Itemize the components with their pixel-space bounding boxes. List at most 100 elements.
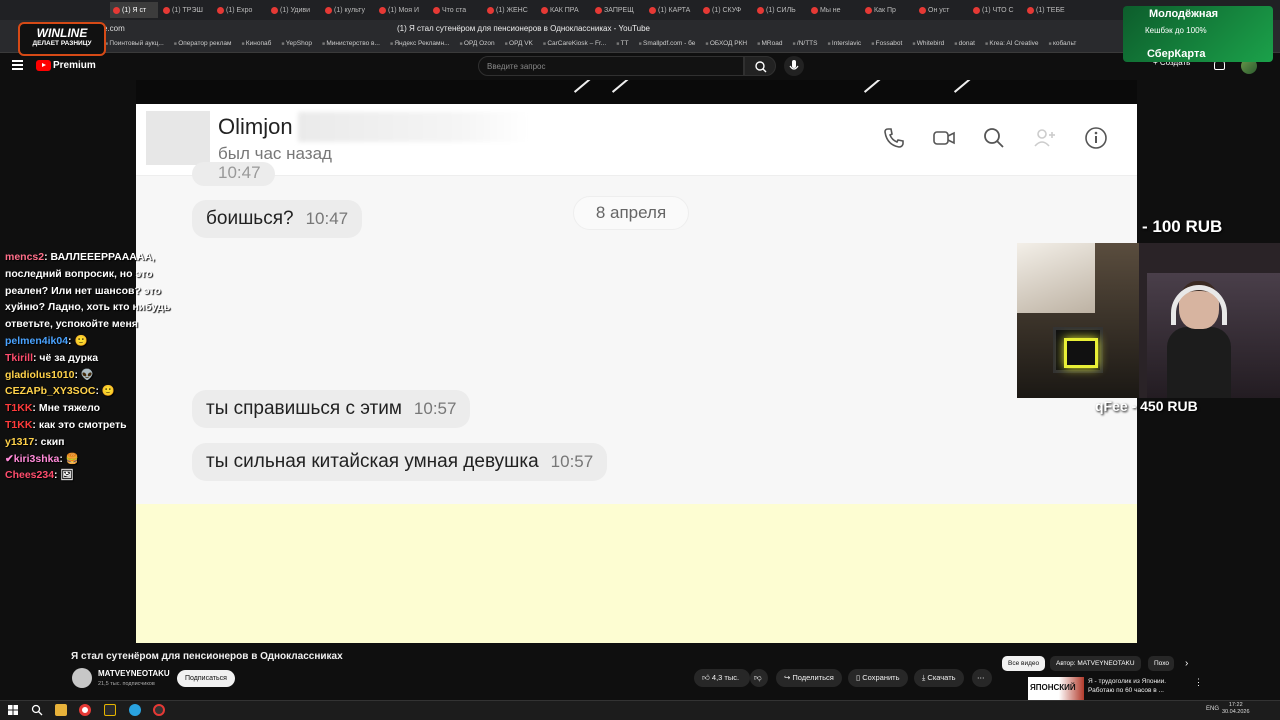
bookmark-item[interactable]: Krea: AI Creative xyxy=(985,40,1038,47)
recording-app-icon[interactable] xyxy=(153,704,165,716)
chat-message: Tkirill: чё за дурка xyxy=(5,350,195,367)
browser-tab[interactable]: Мы не xyxy=(808,2,860,18)
youtube-premium-label[interactable]: Premium xyxy=(53,60,96,71)
chat-username: T1KK xyxy=(5,418,33,431)
bookmark-item[interactable]: Оператор реклам xyxy=(174,40,231,47)
browser-tab[interactable]: (1) культу xyxy=(322,2,374,18)
like-button[interactable]: 👍︎ 4,3 тыс. xyxy=(694,669,750,687)
tab-label: (1) ЧТО С xyxy=(982,6,1014,14)
tab-label: (1) ЖЕНС xyxy=(496,6,528,14)
video-player[interactable]: Olimjon был час назад 10:47 боишься? 10:4… xyxy=(136,80,1137,643)
bookmark-item[interactable]: YepShop xyxy=(281,40,312,47)
tab-label: Что ста xyxy=(442,6,467,14)
save-button[interactable]: ▯ Сохранить xyxy=(848,669,908,687)
message-bubble: ты справишься с этим 10:57 xyxy=(192,390,471,428)
browser-tab[interactable]: (1) СКУФ xyxy=(700,2,752,18)
bookmark-item[interactable]: Поинтовый аукц... xyxy=(105,40,163,47)
channel-name[interactable]: MATVEYNEOTAKU xyxy=(98,669,170,678)
bookmark-item[interactable]: MRoad xyxy=(757,40,783,47)
chip-author[interactable]: Автор: MATVEYNEOTAKU xyxy=(1050,656,1141,671)
browser-tab[interactable]: (1) СИЛЬ xyxy=(754,2,806,18)
browser-tab[interactable]: КАК ПРА xyxy=(538,2,590,18)
bookmark-item[interactable]: Министерство в... xyxy=(322,40,380,47)
video-title: Я стал сутенёром для пенсионеров в Однок… xyxy=(71,651,343,662)
app-icon[interactable] xyxy=(104,704,116,716)
more-icon: ⋯ xyxy=(977,673,985,682)
youtube-favicon-icon xyxy=(487,6,494,14)
windows-start-icon[interactable] xyxy=(8,705,18,715)
channel-avatar[interactable] xyxy=(72,668,92,688)
bookmark-item[interactable]: /N/TTS xyxy=(792,40,818,47)
chat-text: : 👽 xyxy=(74,368,94,381)
download-button[interactable]: ⤓ Скачать xyxy=(914,669,964,687)
tab-label: Он уст xyxy=(928,6,950,14)
bookmark-item[interactable]: Whitebird xyxy=(912,40,944,47)
recommended-title[interactable]: Я - трудоголик из Японии. Работаю по 60 … xyxy=(1088,677,1180,695)
yandex-browser-icon[interactable] xyxy=(79,704,91,716)
bookmark-item[interactable]: Smallpdf.com - бе xyxy=(639,40,695,47)
language-indicator[interactable]: ENG xyxy=(1206,706,1219,712)
bookmark-item[interactable]: TT xyxy=(616,40,629,47)
taskbar-search-icon[interactable] xyxy=(31,704,43,716)
bookmark-item[interactable]: Яндекс Рекламн... xyxy=(390,40,449,47)
browser-tab[interactable]: (1) Удиви xyxy=(268,2,320,18)
browser-tab[interactable]: (1) КАРТА xyxy=(646,2,698,18)
browser-tab[interactable]: (1) Я ст xyxy=(110,2,158,18)
youtube-logo-icon[interactable] xyxy=(36,60,51,71)
bookmark-item[interactable]: Interslavic xyxy=(828,40,861,47)
system-clock[interactable]: 17:22 30.04.2026 xyxy=(1222,702,1250,716)
dislike-button[interactable]: 👎︎ xyxy=(750,669,768,687)
yellow-panel xyxy=(136,504,1137,643)
chevron-right-icon[interactable]: › xyxy=(1185,658,1188,669)
search-input[interactable]: Введите запрос xyxy=(478,56,744,76)
bookmark-item[interactable]: ОРД VK xyxy=(505,40,533,47)
tab-strip: (1) Я ст (1) ТРЭШ (1) Expo (1) Удиви (1) кул… xyxy=(110,2,1130,18)
bookmark-item[interactable]: Fossabot xyxy=(871,40,903,47)
bookmark-item[interactable]: donat xyxy=(954,40,975,47)
more-vertical-icon[interactable]: ⋮ xyxy=(1194,677,1203,688)
subscribe-button[interactable]: Подписаться xyxy=(177,670,235,687)
url-text[interactable]: e.com xyxy=(103,24,125,33)
bookmark-item[interactable]: ОРД Ozon xyxy=(460,40,495,47)
light-streak xyxy=(863,80,883,93)
browser-tab[interactable]: Что ста xyxy=(430,2,482,18)
voice-search-button[interactable] xyxy=(784,56,804,76)
share-button[interactable]: ↪ Поделиться xyxy=(776,669,842,687)
browser-tab[interactable]: (1) ЖЕНС xyxy=(484,2,536,18)
monitor-glow xyxy=(1053,327,1103,373)
browser-tab[interactable]: (1) Expo xyxy=(214,2,266,18)
chip-similar[interactable]: Похо xyxy=(1148,656,1174,671)
youtube-favicon-icon xyxy=(811,6,818,14)
browser-tab[interactable]: (1) ЧТО С xyxy=(970,2,1022,18)
search-icon xyxy=(984,128,1004,148)
message-text: ты сильная китайская умная девушка xyxy=(206,451,539,472)
bookmark-item[interactable]: ОБХОД РКН xyxy=(705,40,747,47)
search-button[interactable] xyxy=(744,56,776,76)
telegram-icon[interactable] xyxy=(129,704,141,716)
chip-all-videos[interactable]: Все видео xyxy=(1002,656,1046,671)
bookmark-item[interactable]: CarCareKiosk – Fr... xyxy=(543,40,606,47)
light-streak xyxy=(953,80,973,93)
bookmark-item[interactable]: кобальт xyxy=(1049,40,1076,47)
chat-text: : 🍔 xyxy=(59,452,79,465)
contact-name: Olimjon xyxy=(218,114,293,139)
tab-label: (1) Моя И xyxy=(388,6,420,14)
recommended-thumbnail[interactable]: ЯПОНСКИЙ xyxy=(1028,677,1084,700)
tab-label: (1) КАРТА xyxy=(658,6,691,14)
tab-label: (1) СКУФ xyxy=(712,6,742,14)
chat-username: T1KK xyxy=(5,402,33,415)
message-time: 10:57 xyxy=(413,399,457,418)
more-actions-button[interactable]: ⋯ xyxy=(972,669,992,687)
browser-tab[interactable]: (1) ТРЭШ xyxy=(160,2,212,18)
browser-tab[interactable]: Он уст xyxy=(916,2,968,18)
contact-status: был час назад xyxy=(218,144,332,163)
browser-tab[interactable]: (1) Моя И xyxy=(376,2,428,18)
browser-tab[interactable]: ЗАПРЕЩ xyxy=(592,2,644,18)
bookmark-item[interactable]: Кинопаб xyxy=(241,40,271,47)
download-label: Скачать xyxy=(927,673,956,682)
browser-tab[interactable]: (1) ТЕБЕ xyxy=(1024,2,1076,18)
menu-icon[interactable] xyxy=(12,60,23,70)
microphone-icon xyxy=(789,60,799,70)
browser-tab[interactable]: Как Пр xyxy=(862,2,914,18)
file-explorer-icon[interactable] xyxy=(55,704,67,716)
